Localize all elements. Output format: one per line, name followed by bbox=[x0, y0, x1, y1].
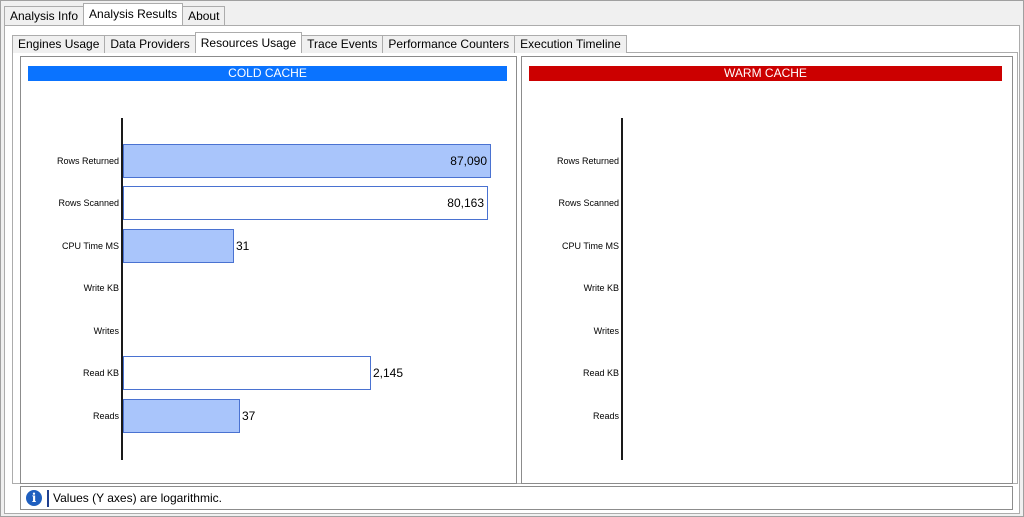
cold-value-cpu-time-ms: 31 bbox=[236, 239, 250, 253]
main-tab-strip: Analysis Info Analysis Results About bbox=[4, 3, 226, 25]
info-bar: i Values (Y axes) are logarithmic. bbox=[20, 486, 1013, 510]
warm-cache-header: WARM CACHE bbox=[529, 66, 1002, 81]
cold-value-rows-scanned: 80,163 bbox=[447, 196, 484, 210]
cold-label-cpu-time-ms: CPU Time MS bbox=[61, 241, 119, 251]
subtab-engines-usage[interactable]: Engines Usage bbox=[12, 35, 106, 53]
tab-analysis-info[interactable]: Analysis Info bbox=[4, 6, 85, 25]
cold-cache-header: COLD CACHE bbox=[28, 66, 507, 81]
cold-value-read-kb: 2,145 bbox=[373, 366, 404, 380]
cold-label-rows-returned: Rows Returned bbox=[56, 156, 119, 166]
subtab-performance-counters[interactable]: Performance Counters bbox=[382, 35, 516, 53]
warm-cache-chart: WARM CACHE Rows Returned Rows Scanned CPU … bbox=[521, 56, 1013, 484]
warm-label-cpu-time-ms: CPU Time MS bbox=[561, 241, 619, 251]
warm-cache-axis bbox=[621, 118, 623, 460]
warm-label-rows-returned: Rows Returned bbox=[556, 156, 619, 166]
info-icon: i bbox=[26, 490, 42, 506]
cold-label-write-kb: Write KB bbox=[83, 283, 119, 293]
warm-label-rows-scanned: Rows Scanned bbox=[558, 198, 619, 208]
cold-bar-read-kb bbox=[123, 356, 371, 390]
subtab-resources-usage[interactable]: Resources Usage bbox=[194, 32, 303, 53]
warm-label-read-kb: Read KB bbox=[582, 368, 619, 378]
subtab-trace-events[interactable]: Trace Events bbox=[301, 35, 384, 53]
cold-label-writes: Writes bbox=[93, 326, 119, 336]
info-text: Values (Y axes) are logarithmic. bbox=[53, 491, 222, 505]
tab-analysis-results[interactable]: Analysis Results bbox=[83, 3, 184, 25]
subtab-execution-timeline[interactable]: Execution Timeline bbox=[514, 35, 627, 53]
cold-bar-reads bbox=[123, 399, 240, 433]
cold-label-rows-scanned: Rows Scanned bbox=[58, 198, 119, 208]
cold-value-reads: 37 bbox=[242, 409, 256, 423]
cold-label-reads: Reads bbox=[92, 411, 119, 421]
cold-value-rows-returned: 87,090 bbox=[450, 154, 487, 168]
results-tab-strip: Engines Usage Data Providers Resources Usa… bbox=[12, 32, 627, 53]
cold-bar-cpu-time-ms bbox=[123, 229, 234, 263]
subtab-data-providers[interactable]: Data Providers bbox=[104, 35, 196, 53]
warm-label-writes: Writes bbox=[593, 326, 619, 336]
cold-cache-chart: COLD CACHE Rows Returned 87,090 Rows Scann… bbox=[20, 56, 517, 484]
tab-about[interactable]: About bbox=[182, 6, 226, 25]
cold-label-read-kb: Read KB bbox=[82, 368, 119, 378]
warm-label-reads: Reads bbox=[592, 411, 619, 421]
info-separator bbox=[47, 490, 49, 507]
warm-label-write-kb: Write KB bbox=[583, 283, 619, 293]
